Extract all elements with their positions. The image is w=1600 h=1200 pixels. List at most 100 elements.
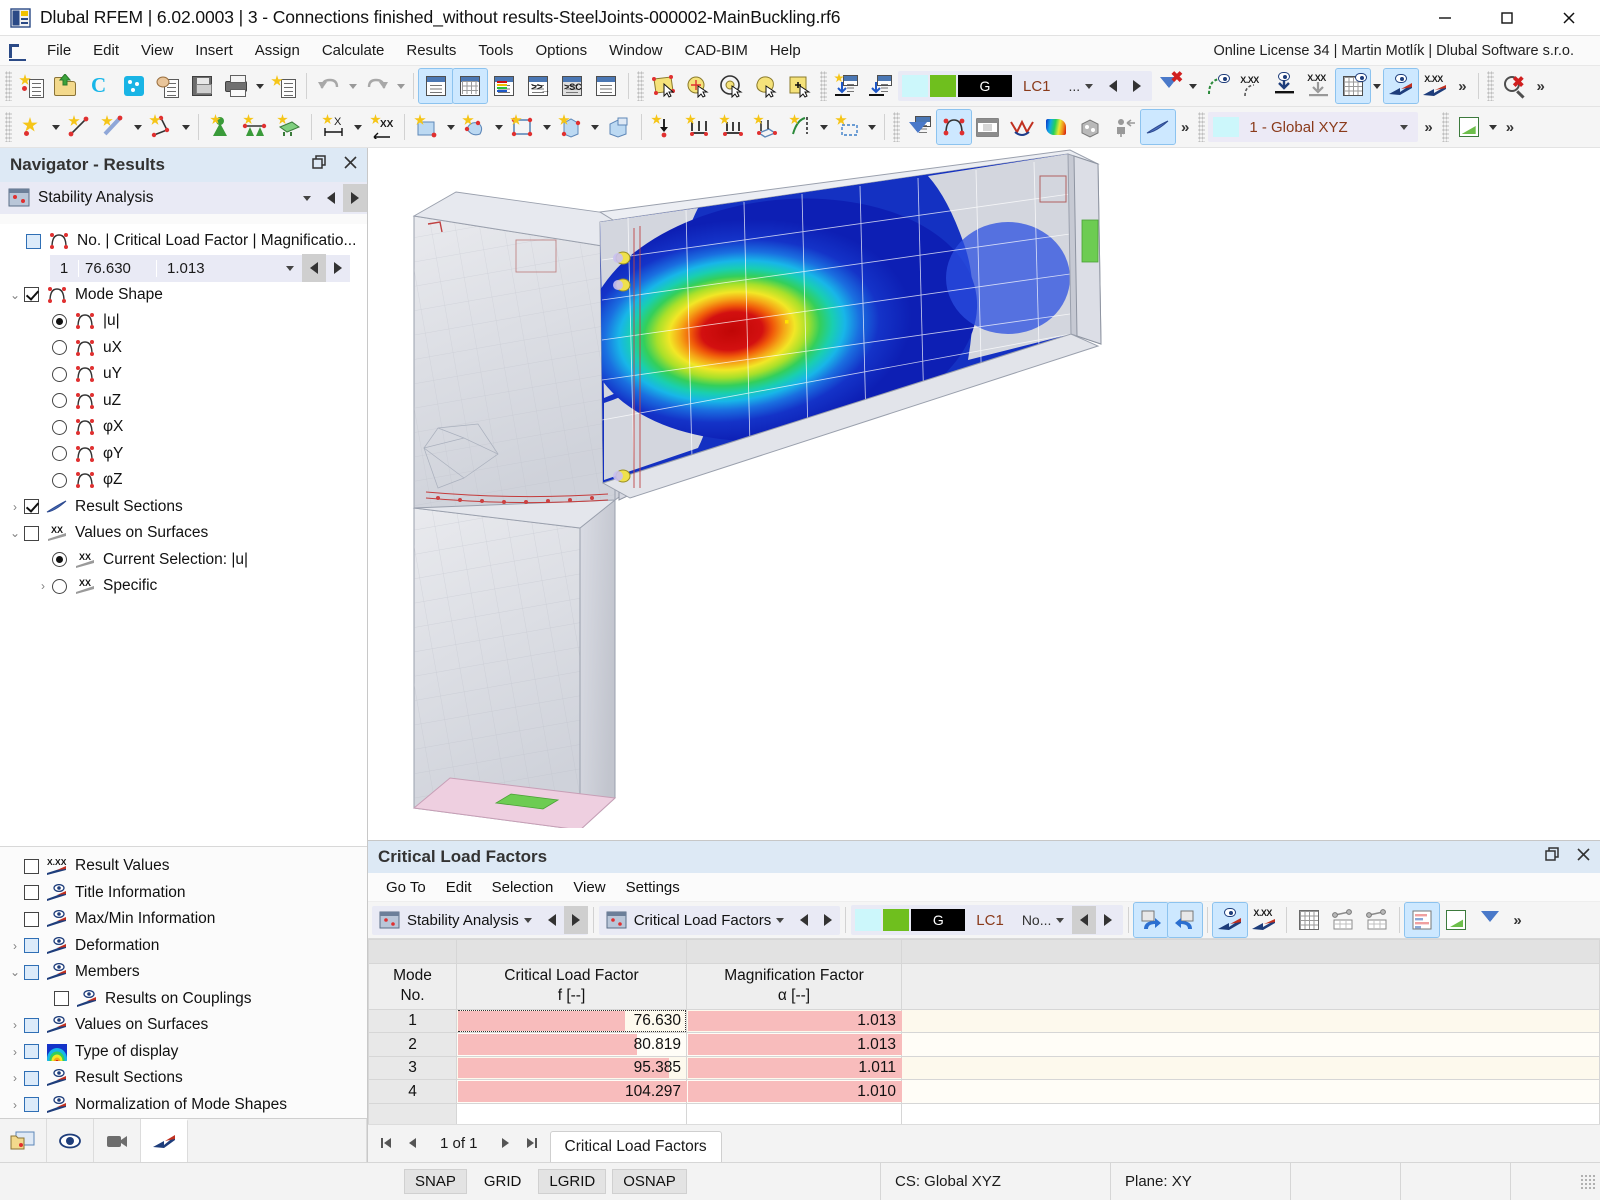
polyline-dropdown-caret[interactable] (179, 110, 193, 144)
mode-prev-button[interactable] (302, 254, 326, 282)
table-result-values-icon[interactable]: X.XX (1247, 903, 1281, 937)
cell-empty[interactable] (901, 1032, 1600, 1057)
display-checkbox[interactable] (24, 858, 39, 874)
menu-cad-bim[interactable]: CAD-BIM (674, 38, 759, 63)
visibility-filter-icon[interactable] (903, 110, 937, 144)
tree-radio[interactable] (52, 446, 67, 462)
table-analysis-chevron-down-icon[interactable] (523, 917, 532, 923)
toolbar-grip[interactable] (5, 112, 12, 142)
table-filter-icon[interactable] (1473, 903, 1507, 937)
results-navigator-tab[interactable] (141, 1119, 188, 1162)
select-ring-icon[interactable] (715, 69, 749, 103)
new-line-icon[interactable] (63, 110, 97, 144)
menu-options[interactable]: Options (524, 38, 598, 63)
table-panel-restore-icon[interactable] (1545, 847, 1560, 867)
load-case-more[interactable]: ... (1061, 78, 1081, 94)
expander-icon[interactable]: › (34, 579, 52, 593)
volume-dropdown-caret[interactable] (588, 110, 602, 144)
navigator-tree-item[interactable]: φX (0, 414, 367, 441)
navigator-tree-item[interactable]: uX (0, 335, 367, 362)
export-excel-icon[interactable] (1452, 110, 1486, 144)
camera-navigator-tab[interactable] (94, 1119, 141, 1162)
menu-file[interactable]: File (36, 38, 82, 63)
tree-checkbox[interactable] (24, 499, 39, 515)
diagram-values-icon[interactable]: X.XX (1418, 69, 1452, 103)
navigator-tree-item[interactable]: uZ (0, 388, 367, 415)
cloud-connect-icon[interactable]: C (83, 69, 117, 103)
load-case-prev-button[interactable] (1101, 72, 1125, 100)
select-in-graphic-icon[interactable] (1133, 902, 1170, 939)
table-load-group-chip[interactable]: G (911, 909, 966, 932)
table-menu-view[interactable]: View (563, 876, 615, 899)
cell-critical-load-factor[interactable]: 95.385 (456, 1055, 687, 1081)
result-sections-icon[interactable] (1140, 109, 1176, 145)
navigator-tree-item[interactable]: uY (0, 361, 367, 388)
cell-empty[interactable] (901, 1079, 1600, 1104)
toolbar-overflow-5[interactable]: » (1500, 119, 1520, 136)
table-row[interactable]: 1 76.630 1.013 (368, 1008, 1600, 1034)
redo-icon[interactable] (360, 69, 394, 103)
cell-magnification-factor[interactable]: 1.013 (686, 1008, 902, 1034)
toolbar-overflow-1[interactable]: » (1452, 78, 1472, 95)
table-row[interactable]: 4 104.297 1.010 (368, 1079, 1600, 1104)
status-lgrid-toggle[interactable]: LGRID (538, 1169, 607, 1194)
open-folder-icon[interactable] (49, 69, 83, 103)
navigator-display-item[interactable]: › Normalization of Mode Shapes (0, 1092, 367, 1119)
expander-icon[interactable]: › (6, 500, 24, 514)
minimize-button[interactable] (1414, 0, 1476, 36)
navigator-display-item[interactable]: › Values on Surfaces (0, 1012, 367, 1039)
load-case-next-button[interactable] (1125, 72, 1149, 100)
menu-calculate[interactable]: Calculate (311, 38, 396, 63)
navigator-display-item[interactable]: X.XX Result Values (0, 853, 367, 880)
line-load-icon[interactable] (681, 110, 715, 144)
show-deformation-eye-icon[interactable] (1200, 69, 1234, 103)
toolbar-grip[interactable] (1441, 112, 1449, 142)
zoom-reset-icon[interactable]: ✖ (1497, 69, 1531, 103)
table-lc-next-button[interactable] (1096, 906, 1120, 934)
table-menu-goto[interactable]: Go To (376, 876, 436, 899)
mode-chevron-down-icon[interactable] (286, 265, 294, 271)
display-checkbox[interactable] (24, 1097, 39, 1113)
mode-header-checkbox[interactable] (26, 233, 41, 249)
select-window-icon[interactable] (647, 69, 681, 103)
cell-mode-no[interactable]: 2 (368, 1032, 457, 1057)
tree-checkbox[interactable] (24, 287, 39, 303)
imperfection-dropdown-caret[interactable] (865, 110, 879, 144)
nodal-load-icon[interactable] (647, 110, 681, 144)
table-export-excel-icon[interactable] (1439, 903, 1473, 937)
script-console-icon[interactable]: >SC (555, 69, 589, 103)
sheet-tab-critical-load-factors[interactable]: Critical Load Factors (549, 1131, 722, 1162)
table-bar-chart-icon[interactable] (1404, 902, 1441, 939)
table-type-next-button[interactable] (816, 906, 840, 934)
expander-icon[interactable]: › (6, 939, 24, 953)
column-header[interactable]: Mode No. (368, 962, 457, 1010)
mode-next-button[interactable] (326, 254, 350, 282)
print-dropdown-caret[interactable] (253, 69, 267, 103)
analysis-type-combo[interactable]: Stability Analysis (0, 182, 367, 214)
dimension-icon[interactable]: X (317, 110, 351, 144)
column-header[interactable] (901, 962, 1600, 1010)
cell-critical-load-factor[interactable]: 76.630 (456, 1008, 687, 1034)
undo-dropdown-caret[interactable] (346, 69, 360, 103)
toolbar-grip[interactable] (637, 71, 644, 101)
expander-icon[interactable]: › (6, 1098, 24, 1112)
printout-report-icon[interactable] (267, 69, 301, 103)
menu-tools[interactable]: Tools (467, 38, 524, 63)
surface-results-rainbow-icon[interactable] (1039, 110, 1073, 144)
surface-values-down-icon[interactable]: X.XX (1302, 69, 1336, 103)
member-dropdown-caret[interactable] (131, 110, 145, 144)
load-case-selector[interactable]: G LC1 ... (898, 71, 1153, 101)
table-show-results-eye-icon[interactable] (1212, 902, 1249, 939)
toolbar-grip[interactable] (5, 71, 12, 101)
cell-magnification-factor[interactable]: 1.011 (686, 1055, 902, 1081)
pager-prev-button[interactable] (400, 1129, 424, 1157)
table-color-chip-cyan[interactable] (855, 909, 882, 932)
navigator-display-item[interactable]: › Result Sections (0, 1065, 367, 1092)
line-support-icon[interactable] (238, 110, 272, 144)
table-link-cols-icon[interactable] (1360, 903, 1394, 937)
select-lasso-icon[interactable] (749, 69, 783, 103)
menu-view[interactable]: View (130, 38, 184, 63)
undo-icon[interactable] (312, 69, 346, 103)
cell-empty[interactable] (686, 1102, 902, 1124)
status-osnap-toggle[interactable]: OSNAP (612, 1169, 687, 1194)
